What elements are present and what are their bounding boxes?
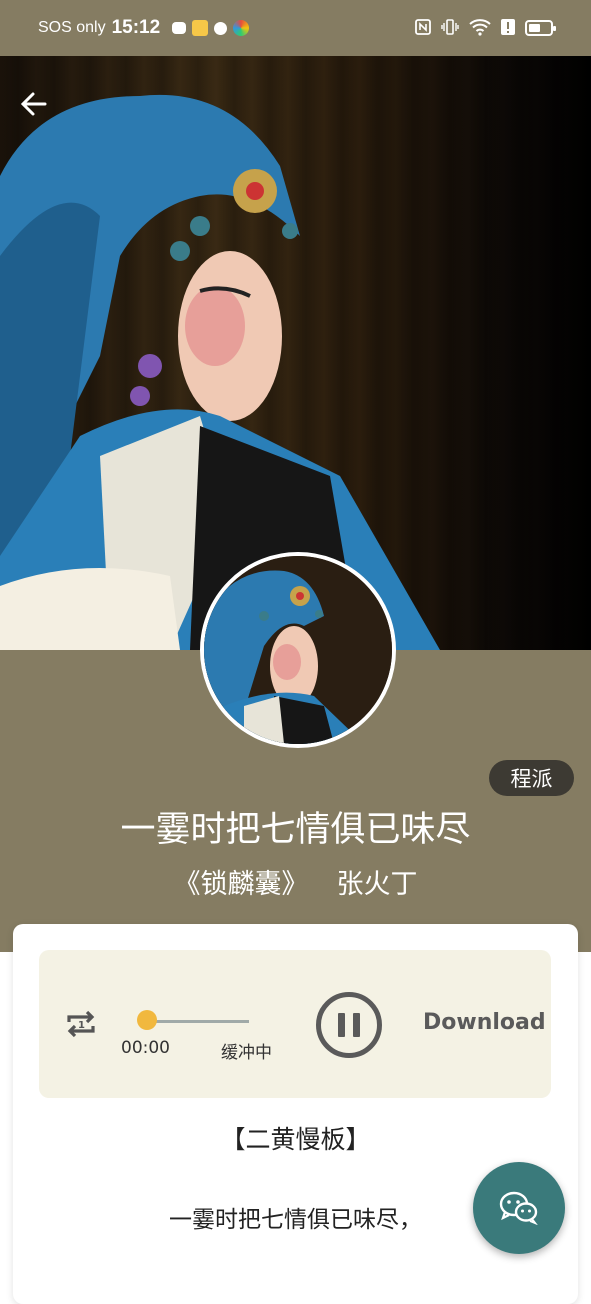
status-bar: SOS only 15:12: [0, 0, 591, 56]
repeat-one-icon: 1: [67, 1010, 95, 1038]
repeat-one-button[interactable]: 1: [63, 1006, 99, 1042]
arrow-left-icon: [20, 92, 47, 116]
nfc-icon: [415, 18, 431, 38]
lyrics-section-heading: 【二黄慢板】: [220, 1125, 371, 1154]
wechat-icon: [499, 1191, 538, 1225]
genre-badge[interactable]: 程派: [489, 760, 574, 796]
clock: 15:12: [111, 17, 161, 38]
progress-track[interactable]: [149, 1020, 249, 1023]
download-button[interactable]: Download: [423, 1010, 546, 1035]
album-avatar: [200, 552, 396, 748]
game-icon: [172, 22, 187, 34]
battery-icon: [525, 20, 556, 36]
status-left: SOS only 15:12: [38, 17, 250, 39]
alert-icon: [501, 18, 515, 39]
audio-player: 1 00:00 缓冲中 Download: [39, 950, 551, 1098]
performer-name: 张火丁: [336, 869, 418, 900]
wifi-icon: [469, 18, 491, 39]
battery-fill: [529, 24, 540, 32]
wechat-share-button[interactable]: [473, 1162, 565, 1254]
carrier-label: SOS only: [38, 19, 106, 36]
notes-icon: [192, 20, 209, 36]
svg-text:1: 1: [78, 1020, 85, 1031]
back-button[interactable]: [16, 86, 52, 122]
shield-icon: [214, 21, 228, 35]
vibrate-icon: [441, 18, 459, 39]
pause-icon-bar: [353, 1013, 360, 1037]
colorful-app-icon: [233, 20, 250, 36]
progress-knob[interactable]: [137, 1010, 157, 1030]
current-time: 00:00: [121, 1038, 170, 1058]
opera-name: 《锁麟囊》: [173, 869, 309, 900]
buffer-status: 缓冲中: [221, 1043, 272, 1063]
pause-icon: [338, 1013, 345, 1037]
content-card: 1 00:00 缓冲中 Download 【二黄慢板】 一霎时把七情俱已味尽，: [13, 924, 578, 1304]
song-subtitle: 《锁麟囊》 张火丁: [0, 864, 591, 906]
pause-button[interactable]: [316, 992, 382, 1058]
status-right: [415, 18, 556, 39]
song-title: 一霎时把七情俱已味尽: [120, 810, 471, 850]
